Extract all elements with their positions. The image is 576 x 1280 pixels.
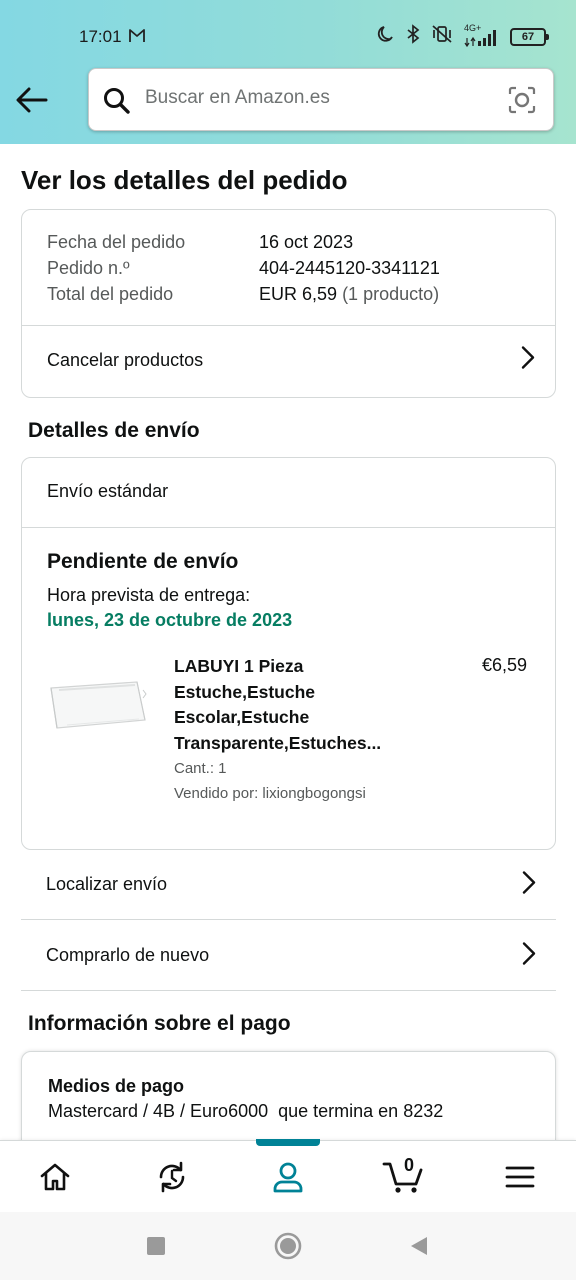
- status-icons: 4G+ 67: [376, 23, 549, 49]
- product-image[interactable]: [47, 670, 147, 740]
- search-bar[interactable]: [88, 68, 554, 131]
- product-quantity: Cant.: 1: [174, 760, 227, 777]
- app-header: 17:01 4G+ 67: [0, 0, 576, 144]
- back-button[interactable]: [14, 82, 50, 118]
- cart-icon: [382, 1162, 423, 1193]
- buy-again-label: Comprarlo de nuevo: [46, 945, 210, 965]
- product-seller: Vendido por: lixiongbogongsi: [174, 785, 366, 802]
- divider: [22, 527, 555, 528]
- buy-again-row[interactable]: Comprarlo de nuevo: [21, 921, 556, 991]
- order-total-value-group: EUR 6,59 (1 producto): [259, 284, 439, 305]
- track-shipment-row[interactable]: Localizar envío: [21, 850, 556, 920]
- order-summary-card: Fecha del pedido 16 oct 2023 Pedido n.º …: [21, 209, 556, 398]
- status-time: 17:01: [79, 27, 122, 46]
- battery-icon: 67: [510, 27, 549, 46]
- product-price: €6,59: [482, 655, 528, 675]
- order-date-value: 16 oct 2023: [259, 232, 354, 252]
- buy-again-refresh-icon: [159, 1161, 185, 1193]
- search-input[interactable]: [145, 87, 485, 109]
- shipping-section-title: Detalles de envío: [28, 419, 200, 442]
- order-total-label: Total del pedido: [47, 284, 174, 304]
- cancel-products-row[interactable]: Cancelar productos: [22, 325, 555, 395]
- shipment-status: Pendiente de envío: [47, 550, 239, 573]
- page-title: Ver los detalles del pedido: [21, 165, 348, 195]
- delivery-eta-date: lunes, 23 de octubre de 2023: [47, 610, 293, 630]
- payment-methods-title: Medios de pago: [48, 1076, 185, 1096]
- cancel-products-label: Cancelar productos: [47, 349, 204, 370]
- back-system-button[interactable]: [405, 1232, 433, 1260]
- track-shipment-label: Localizar envío: [46, 874, 168, 894]
- circle-icon: [274, 1232, 302, 1260]
- cart-count-badge: 0: [404, 1155, 415, 1175]
- status-bar: 17:01 4G+ 67: [0, 0, 576, 70]
- muted-vibrate-icon: [430, 24, 454, 49]
- back-arrow-icon: [16, 87, 48, 113]
- payment-methods-value: Mastercard / 4B / Euro6000 que termina e…: [48, 1101, 444, 1121]
- delivery-eta-label: Hora prevista de entrega:: [47, 585, 251, 605]
- shipping-method: Envío estándar: [47, 481, 169, 501]
- payment-section-title: Información sobre el pago: [28, 1012, 291, 1035]
- order-total-value: EUR 6,59: [259, 284, 338, 304]
- dnd-moon-icon: [376, 24, 396, 49]
- chevron-right-icon: [522, 941, 536, 970]
- hamburger-menu-icon: [505, 1166, 535, 1188]
- bluetooth-icon: [406, 24, 420, 49]
- order-total-items: (1 producto): [342, 284, 440, 304]
- home-icon: [40, 1163, 70, 1191]
- order-date-label: Fecha del pedido: [47, 232, 186, 252]
- account-icon: [273, 1162, 303, 1193]
- triangle-back-icon: [411, 1237, 427, 1255]
- nav-menu[interactable]: [485, 1141, 555, 1213]
- order-number-label: Pedido n.º: [47, 258, 130, 278]
- chevron-right-icon: [521, 346, 535, 375]
- nav-buy-again[interactable]: [137, 1141, 207, 1213]
- search-icon: [102, 86, 132, 121]
- nav-home[interactable]: [20, 1141, 90, 1213]
- product-title[interactable]: LABUYI 1 Pieza Estuche,Estuche Escolar,E…: [174, 654, 424, 756]
- bottom-navigation: 0: [0, 1139, 576, 1213]
- nav-account[interactable]: [253, 1141, 323, 1213]
- system-navigation-bar: [0, 1212, 576, 1280]
- chevron-right-icon: [522, 870, 536, 899]
- camera-lens-icon[interactable]: [507, 85, 537, 120]
- shipment-card: Envío estándar Pendiente de envío Hora p…: [21, 457, 556, 850]
- recents-button[interactable]: [142, 1232, 170, 1260]
- order-number-value: 404-2445120-3341121: [259, 258, 440, 278]
- signal-4g-icon: 4G+: [464, 23, 500, 48]
- square-icon: [147, 1237, 165, 1255]
- nav-cart[interactable]: 0: [368, 1141, 438, 1213]
- home-system-button[interactable]: [274, 1232, 302, 1260]
- gmail-notification-icon: [128, 28, 146, 49]
